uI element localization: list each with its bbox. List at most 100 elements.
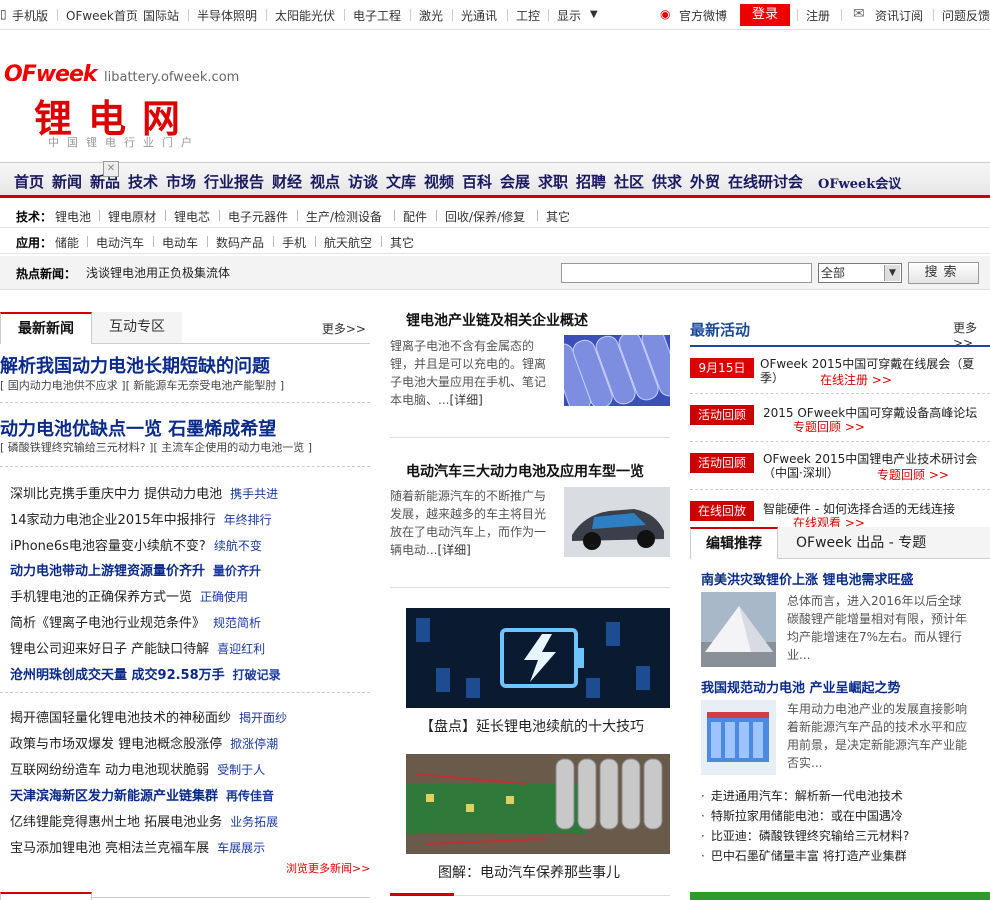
tech-link[interactable]: 配件 <box>403 208 427 225</box>
list-item[interactable]: iPhone6s电池容量变小续航不变? 续航不变 <box>10 535 262 554</box>
topbar-link-optical[interactable]: 光通讯 <box>461 7 497 24</box>
search-input[interactable] <box>561 263 812 283</box>
list-item[interactable]: 14家动力电池企业2015年中报排行 年终排行 <box>10 509 272 528</box>
nav-item-community[interactable]: 社区 <box>614 171 644 192</box>
nav-item-report[interactable]: 行业报告 <box>204 171 264 192</box>
tech-link[interactable]: 回收/保养/修复 <box>445 208 525 225</box>
battery-module-image[interactable] <box>701 700 776 775</box>
nav-item-webinar[interactable]: 在线研讨会 <box>728 171 803 192</box>
hot-news-link[interactable]: 浅谈锂电池用正负极集流体 <box>86 264 230 281</box>
nav-item-viewpoint[interactable]: 视点 <box>310 171 340 192</box>
chevron-down-icon[interactable]: ▼ <box>590 9 598 20</box>
application-link[interactable]: 电动车 <box>162 234 198 251</box>
list-item[interactable]: 巴中石墨矿储量丰富 将打造产业集群 <box>701 847 907 864</box>
list-item[interactable]: 政策与市场双爆发 锂电池概念股涨停 掀涨停潮 <box>10 733 278 752</box>
browse-more-news-link[interactable]: 浏览更多新闻>> <box>286 860 370 876</box>
list-item[interactable]: 特斯拉家用储能电池：或在中国遇冷 <box>701 807 903 824</box>
nav-item-video[interactable]: 视频 <box>424 171 454 192</box>
topbar-link-laser[interactable]: 激光 <box>419 7 443 24</box>
list-item[interactable]: 锂电公司迎来好日子 产能缺口待解 喜迎红利 <box>10 638 265 657</box>
list-item[interactable]: 互联网纷纷造车 动力电池现状脆弱 受制于人 <box>10 759 265 778</box>
tab-interactive-zone[interactable]: 互动专区 <box>92 312 182 343</box>
list-item[interactable]: 深圳比克携手重庆中力 提供动力电池 携手共进 <box>10 483 278 502</box>
more-news-link[interactable]: 更多>> <box>322 320 366 337</box>
battery-cells-image[interactable] <box>564 335 670 406</box>
headline-link[interactable]: 解析我国动力电池长期短缺的问题 <box>0 352 270 378</box>
tech-link[interactable]: 锂电原材 <box>108 208 156 225</box>
tech-link[interactable]: 电子元器件 <box>228 208 288 225</box>
photo-caption[interactable]: 【盘点】延长锂电池续航的十大技巧 <box>420 716 644 736</box>
nav-item-hiring[interactable]: 招聘 <box>576 171 606 192</box>
nav-item-jobs[interactable]: 求职 <box>538 171 568 192</box>
detail-link[interactable]: [详细] <box>437 543 470 557</box>
tech-link[interactable]: 生产/检测设备 <box>306 208 382 225</box>
topbar-link-display[interactable]: 显示 <box>557 7 581 24</box>
nav-item-finance[interactable]: 财经 <box>272 171 302 192</box>
feedback-link[interactable]: 问题反馈 <box>942 7 990 24</box>
login-button[interactable]: 登录 <box>740 4 790 26</box>
list-item[interactable]: 揭开德国轻量化锂电池技术的神秘面纱 揭开面纱 <box>10 707 287 726</box>
list-item[interactable]: 沧州明珠创成交天量 成交92.58万手 打破记录 <box>10 664 281 683</box>
activity-title[interactable]: OFweek 2015中国锂电产业技术研讨会（中国·深圳） <box>763 452 988 480</box>
topbar-link-mobile[interactable]: 手机版 <box>12 7 48 24</box>
activity-review-link[interactable]: 专题回顾 >> <box>877 466 949 483</box>
register-link[interactable]: 注册 <box>806 7 830 24</box>
topbar-link-led[interactable]: 半导体照明 <box>197 7 257 24</box>
topbar-link-ofweek-home[interactable]: OFweek首页 <box>66 7 138 24</box>
application-link[interactable]: 手机 <box>282 234 306 251</box>
nav-item-market[interactable]: 市场 <box>166 171 196 192</box>
nav-item-news[interactable]: 新闻 <box>52 171 82 192</box>
list-item[interactable]: 宝马添加锂电池 亮相法兰克福车展 车展展示 <box>10 837 265 856</box>
detail-link[interactable]: [详细] <box>449 393 482 407</box>
nav-item-expo[interactable]: 会展 <box>500 171 530 192</box>
nav-item-conference[interactable]: OFweek会议 <box>818 173 901 192</box>
topbar-link-international[interactable]: 国际站 <box>143 7 179 24</box>
tab-editor-picks[interactable]: 编辑推荐 <box>690 527 778 559</box>
battery-charging-image[interactable] <box>406 608 670 708</box>
article-title[interactable]: 电动汽车三大动力电池及应用车型一览 <box>406 461 644 481</box>
nav-item-interview[interactable]: 访谈 <box>348 171 378 192</box>
electric-car-image[interactable] <box>564 487 670 557</box>
application-link[interactable]: 其它 <box>390 234 414 251</box>
editor-pick-title[interactable]: 南美洪灾致锂价上涨 锂电池需求旺盛 <box>701 569 914 588</box>
application-link[interactable]: 数码产品 <box>216 234 264 251</box>
list-item[interactable]: 天津滨海新区发力新能源产业链集群 再传佳音 <box>10 785 274 804</box>
topbar-link-electronics[interactable]: 电子工程 <box>353 7 401 24</box>
topbar-link-industrial[interactable]: 工控 <box>516 7 540 24</box>
list-item[interactable]: 亿纬锂能竞得惠州土地 拓展电池业务 业务拓展 <box>10 811 278 830</box>
tech-link[interactable]: 锂电池 <box>55 208 91 225</box>
activity-register-link[interactable]: 在线注册 >> <box>820 371 892 388</box>
topbar-link-weibo[interactable]: 官方微博 <box>679 7 727 24</box>
nav-item-library[interactable]: 文库 <box>386 171 416 192</box>
headline-related[interactable]: [ 国内动力电池供不应求 ][ 新能源车无奈受电池产能掣肘 ] <box>0 377 284 393</box>
application-link[interactable]: 电动汽车 <box>96 234 144 251</box>
photo-caption[interactable]: 图解：电动汽车保养那些事儿 <box>438 862 620 882</box>
tab-latest-news[interactable]: 最新新闻 <box>0 312 92 344</box>
search-button[interactable]: 搜索 <box>908 262 979 284</box>
application-link[interactable]: 航天航空 <box>324 234 372 251</box>
headline-link[interactable]: 动力电池优缺点一览 石墨烯成希望 <box>0 415 276 441</box>
application-link[interactable]: 储能 <box>55 234 79 251</box>
lithium-salt-image[interactable] <box>701 592 776 667</box>
list-item[interactable]: 动力电池带动上游锂资源量价齐升 量价齐升 <box>10 560 261 579</box>
tech-link[interactable]: 其它 <box>546 208 570 225</box>
nav-item-trade[interactable]: 外贸 <box>690 171 720 192</box>
nav-item-tech[interactable]: 技术 <box>128 171 158 192</box>
subscribe-link[interactable]: 资讯订阅 <box>875 7 923 24</box>
activity-review-link[interactable]: 专题回顾 >> <box>793 418 865 435</box>
list-item[interactable]: 手机锂电池的正确保养方式一览 正确使用 <box>10 586 248 605</box>
nav-item-supply[interactable]: 供求 <box>652 171 682 192</box>
search-category-select[interactable]: 全部 ▼ <box>818 263 902 283</box>
list-item[interactable]: 比亚迪：磷酸铁锂终究输给三元材料? <box>701 827 909 844</box>
list-item[interactable]: 走进通用汽车：解析新一代电池技术 <box>701 787 903 804</box>
tech-link[interactable]: 锂电芯 <box>174 208 210 225</box>
topbar-link-solar[interactable]: 太阳能光伏 <box>275 7 335 24</box>
editor-pick-title[interactable]: 我国规范动力电池 产业呈崛起之势 <box>701 677 901 696</box>
tab-ofweek-topics[interactable]: OFweek 出品 - 专题 <box>796 527 926 559</box>
ev-battery-pack-image[interactable] <box>406 754 670 854</box>
article-title[interactable]: 锂电池产业链及相关企业概述 <box>406 310 588 330</box>
headline-related[interactable]: [ 磷酸铁锂终究输给三元材料? ][ 主流车企使用的动力电池一览 ] <box>0 439 312 455</box>
list-item[interactable]: 简析《锂离子电池行业规范条件》 规范简析 <box>10 612 261 631</box>
nav-item-home[interactable]: 首页 <box>14 171 44 192</box>
nav-item-wiki[interactable]: 百科 <box>462 171 492 192</box>
